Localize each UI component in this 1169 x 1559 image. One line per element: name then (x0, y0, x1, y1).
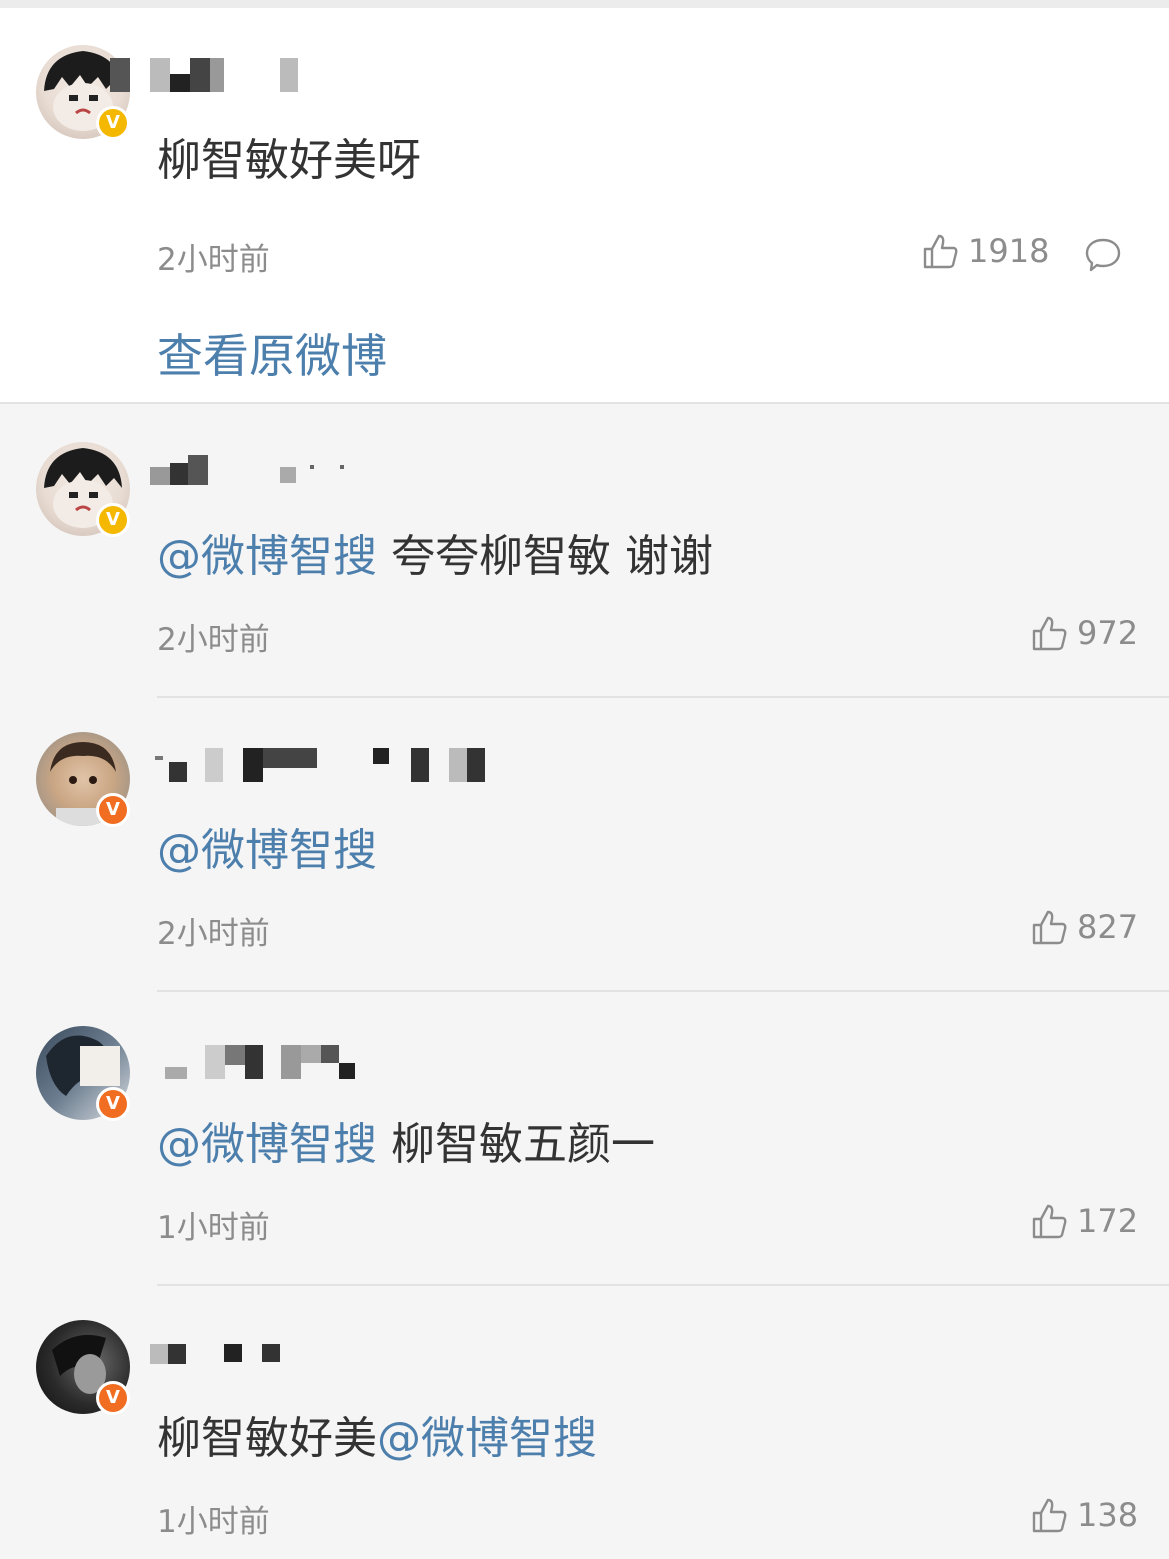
like-count: 1918 (968, 232, 1050, 270)
like-count: 827 (1077, 908, 1139, 946)
comment-time: 1小时前 (157, 1504, 270, 1540)
comment-text: @微博智搜 (157, 824, 377, 878)
like-button[interactable]: 1918 (922, 232, 1049, 270)
username-blurred[interactable] (155, 748, 495, 782)
verified-badge-icon: V (96, 1087, 130, 1121)
like-count: 972 (1077, 614, 1139, 652)
mention-link[interactable]: @微博智搜 (377, 1413, 597, 1464)
mention-link[interactable]: @微博智搜 (157, 531, 377, 582)
verified-badge-icon: V (96, 106, 130, 140)
like-count: 172 (1077, 1202, 1139, 1240)
view-original-link[interactable]: 查看原微博 (157, 320, 387, 386)
divider (157, 990, 1169, 992)
comment-text: @微博智搜 柳智敏五颜一 (157, 1119, 655, 1170)
like-button[interactable]: 172 (1031, 1202, 1138, 1240)
divider (157, 696, 1169, 698)
like-count: 138 (1077, 1496, 1139, 1534)
thumbs-up-icon (1032, 1204, 1067, 1239)
like-button[interactable]: 138 (1031, 1496, 1138, 1534)
divider (157, 1284, 1169, 1286)
thumbs-up-icon (1032, 910, 1067, 945)
username-blurred[interactable] (110, 58, 310, 92)
comment-text: 柳智敏好美@微博智搜 (157, 1413, 597, 1464)
username-blurred[interactable] (120, 1340, 290, 1374)
comment-time: 2小时前 (157, 916, 270, 952)
comment-bubble-icon[interactable] (1084, 236, 1122, 274)
username-blurred[interactable] (165, 1045, 375, 1079)
comment-time: 2小时前 (157, 242, 270, 278)
thumbs-up-icon (923, 234, 958, 269)
like-button[interactable]: 972 (1031, 614, 1138, 652)
comment-text: @微博智搜 夸夸柳智敏 谢谢 (157, 531, 713, 582)
username-blurred[interactable] (115, 455, 365, 489)
comment-time: 1小时前 (157, 1210, 270, 1246)
mention-link[interactable]: @微博智搜 (157, 825, 377, 876)
top-divider (0, 0, 1169, 8)
main-comment-card: V 柳智敏好美呀 2小时前 1918 查看原微博 (0, 8, 1169, 404)
thumbs-up-icon (1032, 616, 1067, 651)
like-button[interactable]: 827 (1031, 908, 1138, 946)
verified-badge-icon: V (96, 503, 130, 537)
mention-link[interactable]: @微博智搜 (157, 1119, 377, 1170)
comment-text: 柳智敏好美呀 (157, 135, 421, 186)
comment-time: 2小时前 (157, 622, 270, 658)
verified-badge-icon: V (96, 1381, 130, 1415)
thumbs-up-icon (1032, 1498, 1067, 1533)
verified-badge-icon: V (96, 793, 130, 827)
